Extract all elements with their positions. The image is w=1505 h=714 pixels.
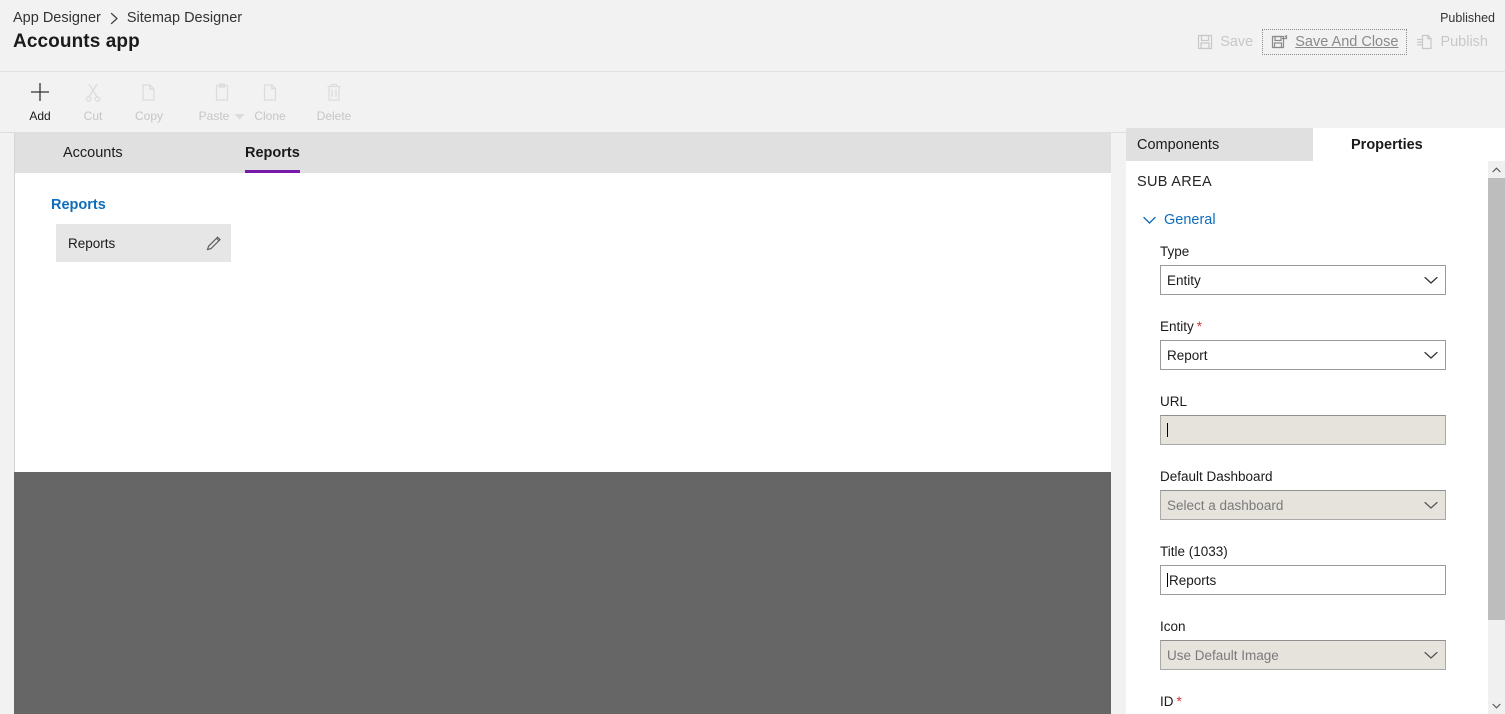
field-url-label: URL bbox=[1160, 394, 1188, 409]
publish-button-label: Publish bbox=[1440, 34, 1488, 50]
subarea-tile-reports[interactable]: Reports bbox=[56, 224, 231, 262]
paste-icon bbox=[212, 78, 232, 106]
chevron-down-icon bbox=[1417, 276, 1445, 285]
field-title: Title (1033) Reports bbox=[1160, 544, 1446, 595]
field-icon-label: Icon bbox=[1160, 619, 1186, 634]
icon-select[interactable]: Use Default Image bbox=[1160, 640, 1446, 670]
field-entity-label: Entity * bbox=[1160, 319, 1446, 334]
save-button[interactable]: Save bbox=[1188, 29, 1262, 55]
field-entity: Entity * Report bbox=[1160, 319, 1446, 370]
toolbar-add-button[interactable]: Add bbox=[12, 78, 68, 128]
save-and-close-button-label: Save And Close bbox=[1295, 34, 1399, 50]
field-url: URL bbox=[1160, 394, 1446, 445]
clone-icon bbox=[260, 78, 280, 106]
sitemap-canvas: Reports Reports bbox=[14, 173, 1111, 472]
publish-button[interactable]: Publish bbox=[1407, 29, 1497, 55]
required-asterisk: * bbox=[1196, 319, 1203, 334]
toolbar-delete-button[interactable]: Delete bbox=[306, 78, 362, 128]
copy-icon bbox=[139, 78, 159, 106]
chevron-down-icon bbox=[1417, 351, 1445, 360]
scrollbar-up-arrow[interactable] bbox=[1488, 161, 1505, 178]
tab-accounts-label: Accounts bbox=[63, 145, 123, 161]
subarea-tile-label: Reports bbox=[68, 235, 116, 251]
title-input[interactable]: Reports bbox=[1160, 565, 1446, 595]
field-type: Type Entity bbox=[1160, 244, 1446, 295]
tab-reports-label: Reports bbox=[245, 145, 300, 161]
field-id: ID * bbox=[1160, 694, 1446, 714]
field-entity-label-text: Entity bbox=[1160, 319, 1194, 334]
field-id-label-text: ID bbox=[1160, 694, 1174, 709]
breadcrumb: App Designer Sitemap Designer bbox=[13, 10, 242, 26]
field-title-label: Title (1033) bbox=[1160, 544, 1228, 559]
group-title-reports[interactable]: Reports bbox=[51, 197, 106, 213]
tab-components-label: Components bbox=[1137, 136, 1220, 153]
title-input-value: Reports bbox=[1161, 573, 1445, 588]
trash-icon bbox=[324, 78, 344, 106]
publish-icon bbox=[1416, 34, 1433, 50]
field-default-dashboard: Default Dashboard Select a dashboard bbox=[1160, 469, 1446, 520]
section-header-sub-area: SUB AREA bbox=[1137, 174, 1212, 190]
save-button-label: Save bbox=[1220, 34, 1254, 50]
icon-select-placeholder: Use Default Image bbox=[1167, 647, 1279, 663]
chevron-right-icon bbox=[109, 12, 120, 25]
entity-select-value: Report bbox=[1167, 347, 1208, 363]
properties-body: SUB AREA General Type Entity Entity * Re… bbox=[1126, 161, 1505, 714]
tab-properties-label: Properties bbox=[1351, 136, 1423, 153]
scissors-icon bbox=[83, 78, 103, 106]
sitemap-designer-window: App Designer Sitemap Designer Accounts a… bbox=[0, 0, 1505, 714]
chevron-down-icon bbox=[1417, 501, 1445, 510]
panel-tabs: Components Properties bbox=[1126, 128, 1505, 161]
pencil-icon[interactable] bbox=[197, 234, 231, 252]
default-dashboard-placeholder: Select a dashboard bbox=[1167, 497, 1284, 513]
save-and-close-icon bbox=[1271, 34, 1288, 50]
default-dashboard-select[interactable]: Select a dashboard bbox=[1160, 490, 1446, 520]
plus-icon bbox=[29, 78, 51, 106]
toolbar-copy-label: Copy bbox=[134, 109, 163, 123]
breadcrumb-sitemap-designer[interactable]: Sitemap Designer bbox=[127, 10, 242, 26]
properties-panel: Components Properties SUB AREA General T… bbox=[1126, 128, 1505, 714]
sitemap-area-tabs: Accounts Reports bbox=[14, 133, 1111, 173]
toolbar-delete-label: Delete bbox=[316, 109, 352, 123]
toolbar-cut-button[interactable]: Cut bbox=[65, 78, 121, 128]
page-title: Accounts app bbox=[13, 31, 140, 52]
tab-components[interactable]: Components bbox=[1126, 128, 1313, 161]
publish-status-label: Published bbox=[1440, 11, 1495, 25]
url-input[interactable] bbox=[1160, 415, 1446, 445]
command-bar: Save Save And Close Publish bbox=[1188, 29, 1497, 55]
properties-scrollbar[interactable] bbox=[1488, 161, 1505, 714]
type-select-value: Entity bbox=[1167, 272, 1201, 288]
tab-properties[interactable]: Properties bbox=[1313, 128, 1505, 161]
type-select[interactable]: Entity bbox=[1160, 265, 1446, 295]
toolbar-paste-label: Paste bbox=[198, 109, 230, 123]
editor-toolbar: Add Cut Copy Paste Clone Delete bbox=[0, 73, 1505, 133]
field-icon: Icon Use Default Image bbox=[1160, 619, 1446, 670]
page-header: App Designer Sitemap Designer Accounts a… bbox=[0, 0, 1505, 72]
scrollbar-thumb[interactable] bbox=[1488, 178, 1505, 620]
tab-reports[interactable]: Reports bbox=[231, 133, 314, 173]
group-general-label: General bbox=[1164, 212, 1216, 228]
chevron-down-icon bbox=[1417, 651, 1445, 660]
entity-select[interactable]: Report bbox=[1160, 340, 1446, 370]
toolbar-add-label: Add bbox=[29, 109, 51, 123]
canvas-shaded-region bbox=[14, 472, 1111, 714]
breadcrumb-app-designer[interactable]: App Designer bbox=[13, 10, 101, 26]
field-type-label: Type bbox=[1160, 244, 1190, 259]
chevron-down-icon bbox=[1143, 216, 1156, 225]
save-icon bbox=[1197, 34, 1213, 50]
field-default-dashboard-label: Default Dashboard bbox=[1160, 469, 1273, 484]
toolbar-cut-label: Cut bbox=[83, 109, 103, 123]
toolbar-copy-button[interactable]: Copy bbox=[121, 78, 177, 128]
tab-accounts[interactable]: Accounts bbox=[49, 133, 137, 173]
toolbar-clone-button[interactable]: Clone bbox=[242, 78, 298, 128]
required-asterisk: * bbox=[1176, 694, 1182, 709]
group-general-toggle[interactable]: General bbox=[1143, 212, 1216, 228]
toolbar-clone-label: Clone bbox=[254, 109, 286, 123]
save-and-close-button[interactable]: Save And Close bbox=[1262, 29, 1408, 55]
field-id-label: ID * bbox=[1160, 694, 1446, 709]
scrollbar-down-arrow[interactable] bbox=[1488, 697, 1505, 714]
url-input-value bbox=[1161, 423, 1445, 438]
